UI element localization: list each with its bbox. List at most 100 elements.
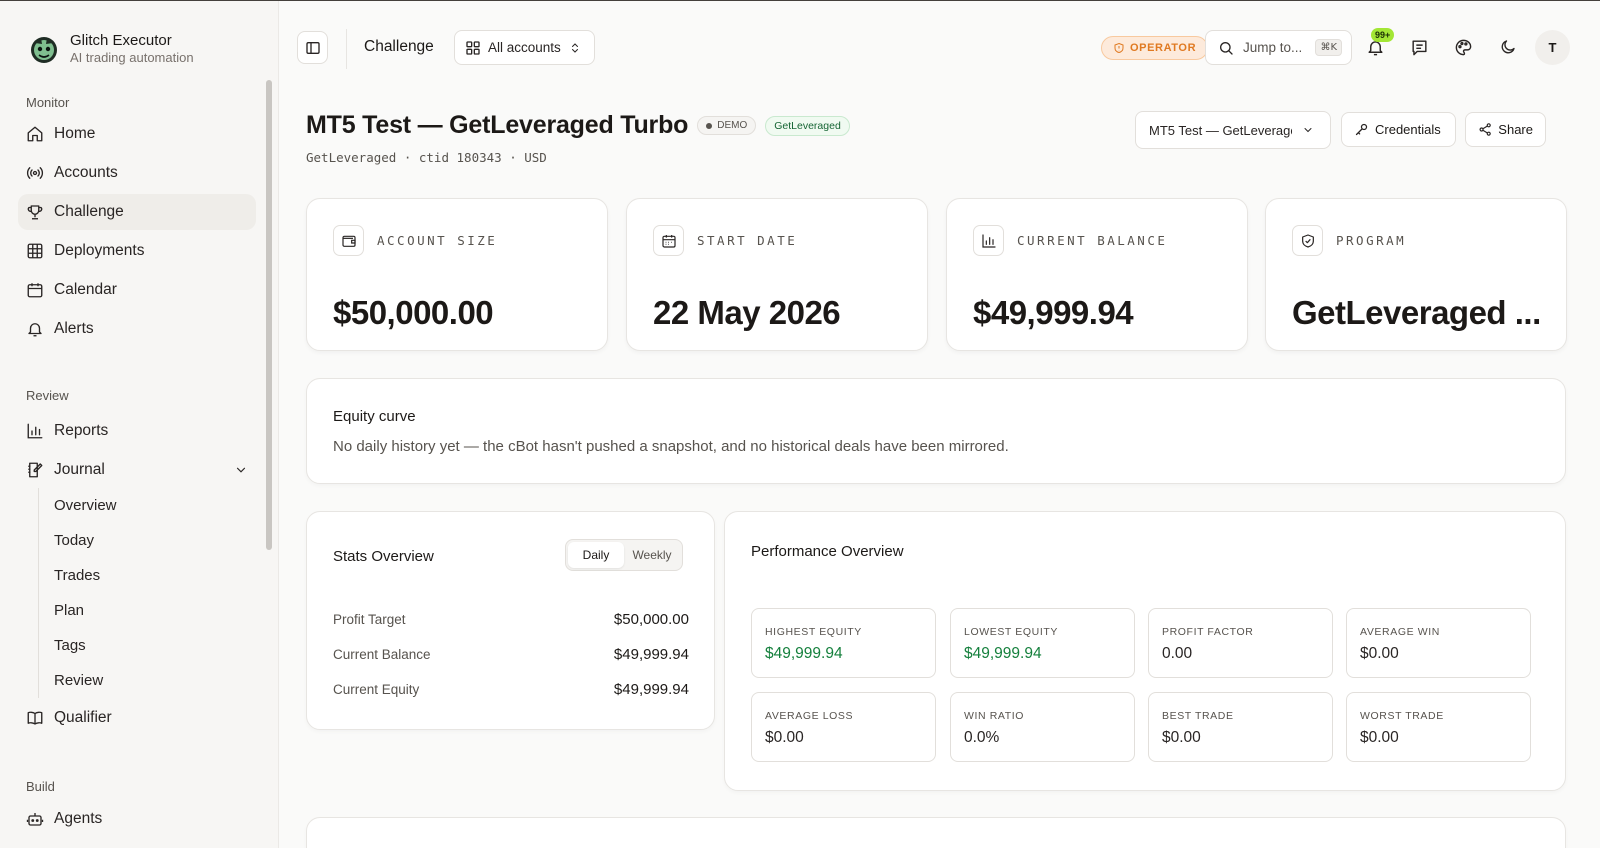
sidebar-item-reports[interactable]: Reports <box>18 413 256 449</box>
stat-value: 22 May 2026 <box>653 294 841 331</box>
stat-label: START DATE <box>697 233 798 248</box>
sidebar-item-agents[interactable]: Agents <box>18 801 256 837</box>
stats-overview-title: Stats Overview <box>333 548 434 565</box>
messages-button[interactable] <box>1403 31 1435 63</box>
brand[interactable]: Glitch Executor AI trading automation <box>0 1 278 71</box>
equity-curve-panel: Equity curve No daily history yet — the … <box>306 378 1566 484</box>
stats-overview-panel: Stats Overview Daily Weekly Profit Targe… <box>306 511 715 730</box>
stats-row-value: $50,000.00 <box>613 611 689 628</box>
sidebar-item-label: Alerts <box>54 320 94 337</box>
toggle-sidebar-button[interactable] <box>297 31 328 64</box>
stat-value: $50,000.00 <box>333 294 494 331</box>
metric-label: WORST TRADE <box>1360 710 1444 722</box>
palette-icon <box>1455 39 1471 55</box>
metric-value: $0.00 <box>1162 729 1201 746</box>
metric-value: 0.00 <box>1162 645 1193 662</box>
sidebar-item-accounts[interactable]: Accounts <box>18 155 256 191</box>
section-review: Review <box>26 388 69 403</box>
share-icon <box>1479 123 1491 136</box>
credentials-button[interactable]: Credentials <box>1341 112 1456 147</box>
metric-value: 0.0% <box>964 729 1000 746</box>
sidebar-item-qualifier[interactable]: Qualifier <box>18 700 256 736</box>
home-icon <box>26 125 44 143</box>
stat-card-start-date: START DATE 22 May 2026 <box>626 198 928 351</box>
metric-value: $0.00 <box>1360 645 1399 662</box>
brand-logo-icon <box>31 37 57 63</box>
page-title: MT5 Test — GetLeveraged Turbo <box>306 111 689 139</box>
stats-row: Current Equity $49,999.94 <box>333 681 689 698</box>
topbar: Challenge All accounts OPERATOR Jump to.… <box>279 1 1600 95</box>
metric-value: $0.00 <box>1360 729 1399 746</box>
moon-icon <box>1501 40 1515 54</box>
toggle-weekly[interactable]: Weekly <box>624 542 680 568</box>
account-select[interactable]: MT5 Test — GetLeveraged Turbo <box>1135 111 1331 149</box>
metric-average-loss: AVERAGE LOSS $0.00 <box>751 692 936 762</box>
sidebar-item-home[interactable]: Home <box>18 116 256 152</box>
sidebar-item-label: Challenge <box>54 203 124 220</box>
status-dot <box>706 122 713 129</box>
stats-row-label: Profit Target <box>333 612 406 627</box>
metric-worst-trade: WORST TRADE $0.00 <box>1346 692 1531 762</box>
sidebar-scrollbar[interactable] <box>266 80 272 550</box>
avatar[interactable]: T <box>1535 30 1570 65</box>
grid-icon <box>466 40 480 55</box>
performance-overview-title: Performance Overview <box>751 543 904 560</box>
metric-lowest-equity: LOWEST EQUITY $49,999.94 <box>950 608 1135 678</box>
journal-sub-review[interactable]: Review <box>39 663 278 698</box>
share-button[interactable]: Share <box>1465 112 1546 147</box>
calendar-icon <box>661 234 676 248</box>
equity-curve-title: Equity curve <box>333 408 416 425</box>
stat-value: $49,999.94 <box>973 294 1134 331</box>
shield-check-icon <box>1301 233 1314 248</box>
stat-card-program: PROGRAM GetLeveraged ... <box>1265 198 1567 351</box>
chevron-updown-icon <box>571 42 578 53</box>
jump-to-search[interactable]: Jump to... ⌘K <box>1205 30 1352 65</box>
toggle-daily[interactable]: Daily <box>568 542 624 568</box>
journal-sub-plan[interactable]: Plan <box>39 593 278 628</box>
metric-label: BEST TRADE <box>1162 710 1234 722</box>
metric-highest-equity: HIGHEST EQUITY $49,999.94 <box>751 608 936 678</box>
stat-label: ACCOUNT SIZE <box>377 233 498 248</box>
demo-label: DEMO <box>717 120 748 131</box>
dark-mode-button[interactable] <box>1492 31 1524 63</box>
journal-sub-today[interactable]: Today <box>39 523 278 558</box>
calendar-icon <box>26 281 44 299</box>
account-filter-select[interactable]: All accounts <box>454 30 595 65</box>
sidebar-item-label: Reports <box>54 422 109 439</box>
sidebar-item-journal[interactable]: Journal <box>18 452 256 488</box>
sidebar-item-alerts[interactable]: Alerts <box>18 311 256 347</box>
sidebar-item-deployments[interactable]: Deployments <box>18 233 256 269</box>
metric-value: $49,999.94 <box>964 645 1042 662</box>
share-label: Share <box>1498 122 1533 137</box>
stats-row: Profit Target $50,000.00 <box>333 611 689 628</box>
notification-count-badge: 99+ <box>1371 28 1395 42</box>
metric-value: $0.00 <box>765 729 804 746</box>
metric-best-trade: BEST TRADE $0.00 <box>1148 692 1333 762</box>
sidebar-item-label: Agents <box>54 810 103 827</box>
stat-card-current-balance: CURRENT BALANCE $49,999.94 <box>946 198 1248 351</box>
sidebar-panel-icon <box>305 41 320 54</box>
sidebar-item-challenge[interactable]: Challenge <box>18 194 256 230</box>
theme-palette-button[interactable] <box>1447 31 1479 63</box>
journal-sub-tags[interactable]: Tags <box>39 628 278 663</box>
topbar-divider <box>346 29 347 69</box>
bar-chart-icon <box>981 233 996 248</box>
stats-row-value: $49,999.94 <box>613 681 689 698</box>
sidebar-item-calendar[interactable]: Calendar <box>18 272 256 308</box>
sidebar-item-label: Deployments <box>54 242 145 259</box>
period-toggle: Daily Weekly <box>565 539 683 571</box>
metric-profit-factor: PROFIT FACTOR 0.00 <box>1148 608 1333 678</box>
journal-sub-overview[interactable]: Overview <box>39 488 278 523</box>
chevron-down-icon[interactable] <box>234 463 248 477</box>
journal-sub-trades[interactable]: Trades <box>39 558 278 593</box>
book-icon <box>26 709 44 727</box>
jump-shortcut: ⌘K <box>1315 39 1342 56</box>
stats-row: Current Balance $49,999.94 <box>333 646 689 663</box>
metric-win-ratio: WIN RATIO 0.0% <box>950 692 1135 762</box>
jump-placeholder: Jump to... <box>1243 40 1303 55</box>
key-icon <box>1355 123 1368 136</box>
sidebar: Glitch Executor AI trading automation Mo… <box>0 1 279 848</box>
stat-label: CURRENT BALANCE <box>1017 233 1168 248</box>
broadcast-icon <box>26 164 44 182</box>
message-icon <box>1411 39 1427 55</box>
